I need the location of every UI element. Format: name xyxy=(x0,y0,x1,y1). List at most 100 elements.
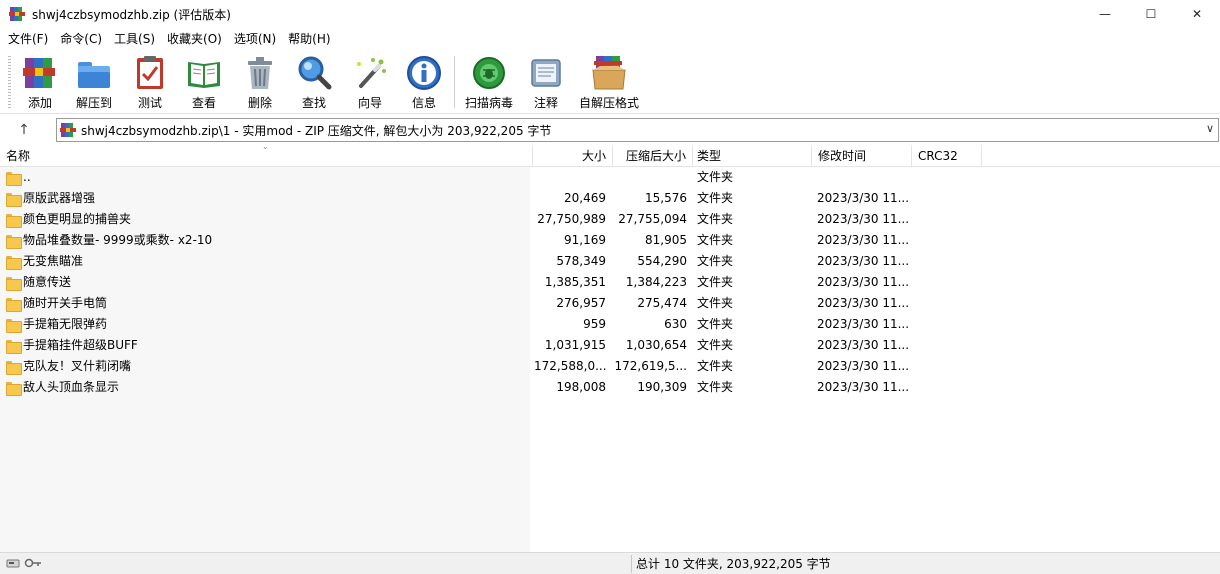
virus-scan-icon xyxy=(473,57,505,89)
list-item-type: 文件夹 xyxy=(697,191,734,205)
list-item-modified: 2023/3/30 11... xyxy=(817,296,909,310)
folder-icon xyxy=(6,213,22,228)
column-header-crc[interactable]: CRC32 xyxy=(912,145,982,167)
list-item-packed: 172,619,5... xyxy=(614,359,687,373)
list-item-name-cell: 随时开关手电筒 xyxy=(6,293,526,314)
list-item-name: 随意传送 xyxy=(23,275,72,289)
column-name-label: 名称 xyxy=(6,149,31,163)
close-icon: ✕ xyxy=(1191,7,1203,21)
column-header-type[interactable]: 类型 xyxy=(693,145,812,167)
list-item-size: 959 xyxy=(583,317,606,331)
address-path: shwj4czbsymodzhb.zip\1 - 实用mod - ZIP 压缩文… xyxy=(81,123,552,138)
list-item-modified: 2023/3/30 11... xyxy=(817,212,909,226)
list-item[interactable]: 无变焦瞄准 578,349 554,290 文件夹 2023/3/30 11..… xyxy=(0,251,1220,272)
list-item-name-cell: 手提箱挂件超级BUFF xyxy=(6,335,526,356)
list-item-type: 文件夹 xyxy=(697,296,734,310)
wizard-label: 向导 xyxy=(357,96,382,110)
list-item-name: .. xyxy=(23,170,31,184)
test-clipboard-icon xyxy=(137,56,163,89)
menu-commands[interactable]: 命令(C) xyxy=(54,29,108,49)
list-item[interactable]: 随时开关手电筒 276,957 275,474 文件夹 2023/3/30 11… xyxy=(0,293,1220,314)
folder-icon xyxy=(6,171,22,186)
list-item-size: 1,385,351 xyxy=(544,275,606,289)
sfx-box-icon xyxy=(592,56,626,90)
find-label: 查找 xyxy=(301,96,326,110)
extract-folder-icon xyxy=(78,62,110,88)
folder-icon xyxy=(6,339,22,354)
menu-help[interactable]: 帮助(H) xyxy=(282,29,336,49)
virus-scan-button[interactable]: 扫描病毒 xyxy=(462,52,516,112)
status-divider xyxy=(631,555,632,573)
list-item-type: 文件夹 xyxy=(697,275,734,289)
list-item[interactable]: 敌人头顶血条显示 198,008 190,309 文件夹 2023/3/30 1… xyxy=(0,377,1220,398)
list-item-name: 随时开关手电筒 xyxy=(23,296,108,310)
comment-button[interactable]: 注释 xyxy=(528,52,564,112)
list-item[interactable]: 随意传送 1,385,351 1,384,223 文件夹 2023/3/30 1… xyxy=(0,272,1220,293)
address-bar[interactable]: shwj4czbsymodzhb.zip\1 - 实用mod - ZIP 压缩文… xyxy=(56,118,1219,142)
column-header-name[interactable]: 名称 xyxy=(0,145,533,167)
delete-label: 删除 xyxy=(247,96,272,110)
up-folder-button[interactable]: ↑ xyxy=(8,118,40,142)
chevron-down-icon[interactable]: ∨ xyxy=(1206,122,1214,135)
column-header-packed[interactable]: 压缩后大小 xyxy=(613,145,693,167)
list-item-size: 91,169 xyxy=(564,233,606,247)
list-item-name: 物品堆叠数量- 9999或乘数- x2-10 xyxy=(23,233,213,247)
list-item-modified xyxy=(817,167,909,188)
close-button[interactable]: ✕ xyxy=(1174,0,1220,28)
maximize-button[interactable]: ☐ xyxy=(1128,0,1174,28)
list-item-modified: 2023/3/30 11... xyxy=(817,275,909,289)
winrar-app-icon[interactable] xyxy=(9,6,25,22)
menu-favorites[interactable]: 收藏夹(O) xyxy=(161,29,228,49)
drive-icon[interactable] xyxy=(6,557,20,569)
view-book-icon xyxy=(188,62,220,88)
toolbar-grip[interactable] xyxy=(8,56,11,108)
view-button[interactable]: 查看 xyxy=(182,52,226,112)
list-item-type: 文件夹 xyxy=(697,359,734,373)
list-item[interactable]: 颜色更明显的捕兽夹 27,750,989 27,755,094 文件夹 2023… xyxy=(0,209,1220,230)
list-item[interactable]: 克队友！叉什莉闭嘴 172,588,0... 172,619,5... 文件夹 … xyxy=(0,356,1220,377)
menu-tools[interactable]: 工具(S) xyxy=(108,29,161,49)
folder-icon xyxy=(6,192,22,207)
list-item[interactable]: 手提箱挂件超级BUFF 1,031,915 1,030,654 文件夹 2023… xyxy=(0,335,1220,356)
file-list: .. 文件夹 原版武器增强 20,469 15,576 文件夹 2023/3/3… xyxy=(0,167,1220,552)
menu-file[interactable]: 文件(F) xyxy=(2,29,54,49)
key-icon[interactable] xyxy=(24,557,42,569)
list-item[interactable]: 原版武器增强 20,469 15,576 文件夹 2023/3/30 11... xyxy=(0,188,1220,209)
minimize-icon: — xyxy=(1099,7,1111,21)
info-button[interactable]: 信息 xyxy=(404,52,444,112)
extract-to-button[interactable]: 解压到 xyxy=(72,52,116,112)
file-list-header: ⌄ 名称 大小 压缩后大小 类型 修改时间 CRC32 xyxy=(0,142,1220,167)
minimize-button[interactable]: — xyxy=(1082,0,1128,28)
info-label: 信息 xyxy=(411,96,436,110)
delete-button[interactable]: 删除 xyxy=(240,52,280,112)
wizard-button[interactable]: 向导 xyxy=(350,52,390,112)
status-bar: 总计 10 文件夹, 203,922,205 字节 xyxy=(0,552,1220,574)
list-item-name-cell: 手提箱无限弹药 xyxy=(6,314,526,335)
comment-icon xyxy=(531,59,561,87)
list-item-name: 原版武器增强 xyxy=(23,191,96,205)
column-size-label: 大小 xyxy=(581,149,606,163)
menu-options[interactable]: 选项(N) xyxy=(228,29,282,49)
list-item-type: 文件夹 xyxy=(697,212,734,226)
list-item-name-cell: 物品堆叠数量- 9999或乘数- x2-10 xyxy=(6,230,526,251)
find-button[interactable]: 查找 xyxy=(294,52,334,112)
test-button[interactable]: 测试 xyxy=(130,52,170,112)
list-item-modified: 2023/3/30 11... xyxy=(817,380,909,394)
list-item-type: 文件夹 xyxy=(697,338,734,352)
sfx-button[interactable]: 自解压格式 xyxy=(576,52,642,112)
list-item-modified: 2023/3/30 11... xyxy=(817,233,909,247)
list-item-parent[interactable]: .. 文件夹 xyxy=(0,167,1220,188)
add-button[interactable]: 添加 xyxy=(20,52,60,112)
list-item-name-cell: 敌人头顶血条显示 xyxy=(6,377,526,398)
folder-icon xyxy=(6,255,22,270)
column-header-modified[interactable]: 修改时间 xyxy=(812,145,912,167)
column-header-size[interactable]: 大小 xyxy=(533,145,613,167)
toolbar-separator xyxy=(454,56,455,108)
list-item-name-cell: 随意传送 xyxy=(6,272,526,293)
list-item-size: 578,349 xyxy=(556,254,606,268)
list-item-size: 27,750,989 xyxy=(537,212,606,226)
list-item-packed: 190,309 xyxy=(637,380,687,394)
column-packed-label: 压缩后大小 xyxy=(625,149,686,163)
list-item[interactable]: 手提箱无限弹药 959 630 文件夹 2023/3/30 11... xyxy=(0,314,1220,335)
list-item[interactable]: 物品堆叠数量- 9999或乘数- x2-10 91,169 81,905 文件夹… xyxy=(0,230,1220,251)
